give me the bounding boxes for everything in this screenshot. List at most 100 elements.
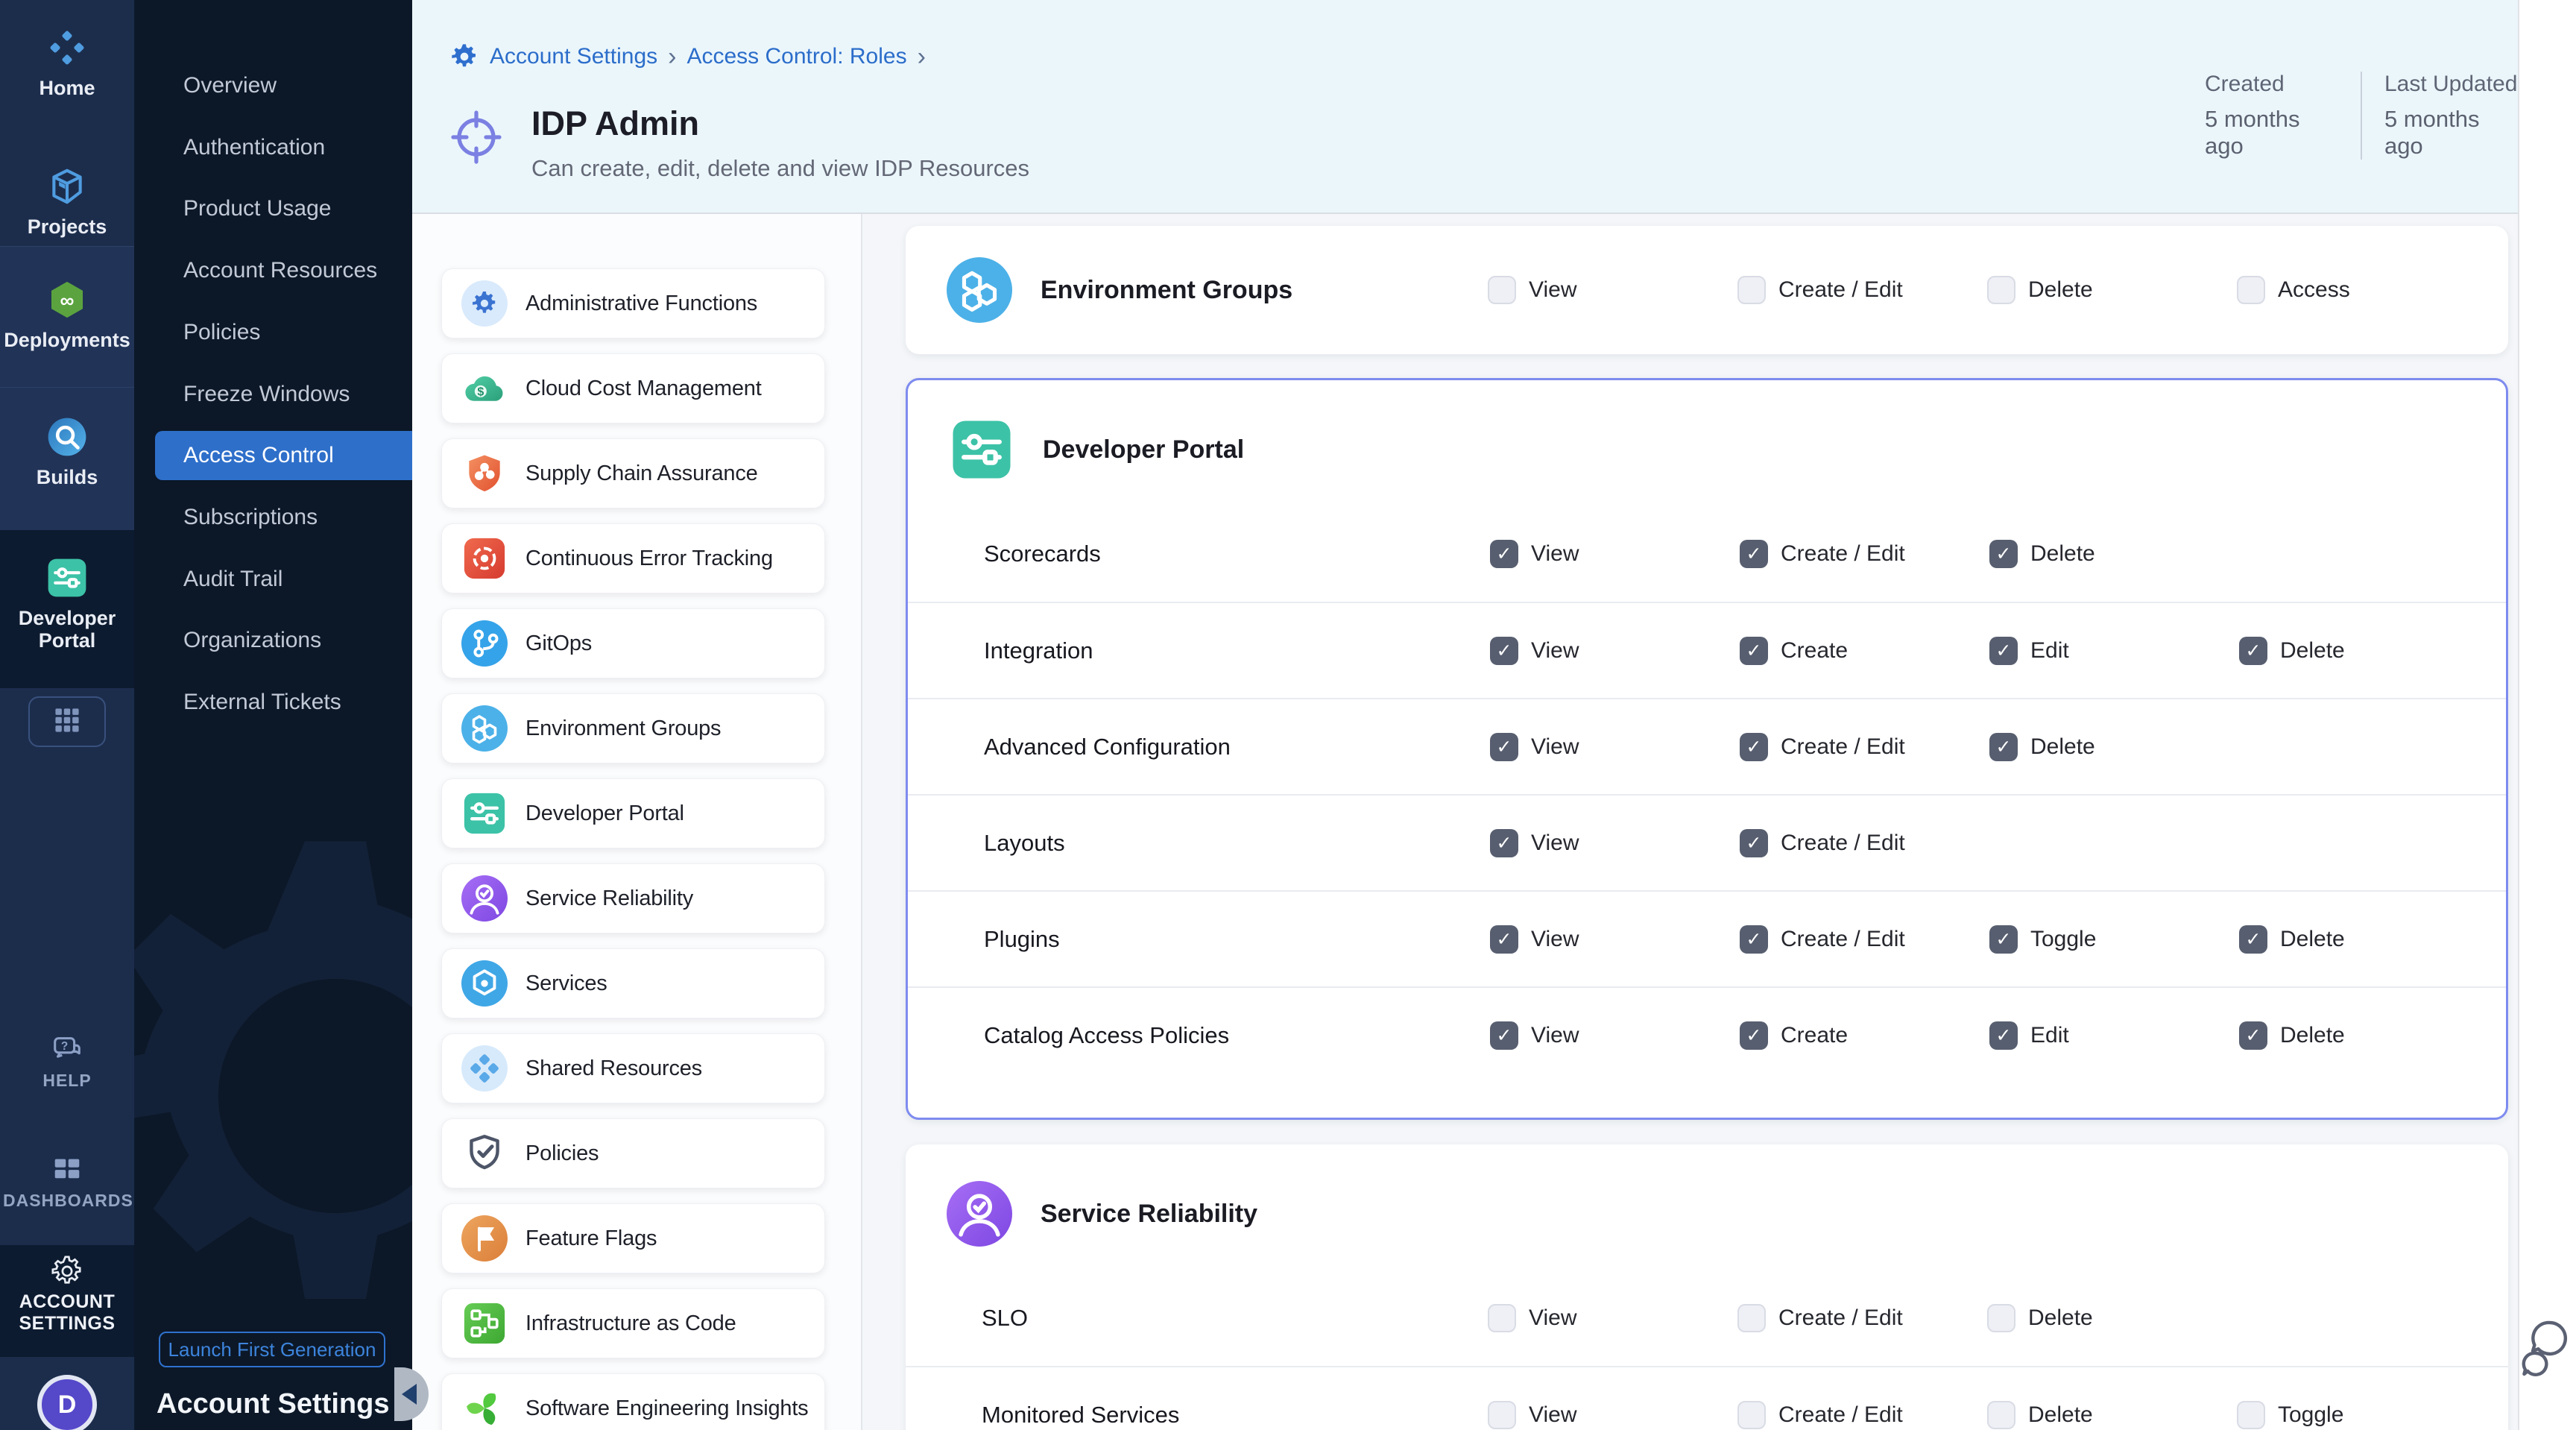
chat-bubbles-icon[interactable] [2521, 1315, 2569, 1378]
permission-checkbox[interactable]: ✓ [2239, 637, 2267, 665]
module-card-services[interactable]: Services [441, 948, 825, 1018]
permission-create-edit: ✓Create / Edit [1740, 925, 1989, 954]
permission-checkbox[interactable]: ✓ [1490, 829, 1518, 857]
rail-item-label: Deployments [0, 329, 134, 351]
developer-portal-icon [0, 556, 134, 599]
permission-checkbox[interactable]: ✓ [1490, 1021, 1518, 1050]
module-card-developer-portal[interactable]: Developer Portal [441, 778, 825, 848]
rail-item-label: Home [0, 77, 134, 99]
rail-item-projects[interactable]: Projects [0, 165, 134, 238]
module-card-software-engineering-insights[interactable]: Software Engineering Insights [441, 1373, 825, 1430]
module-card-supply-chain-assurance[interactable]: Supply Chain Assurance [441, 438, 825, 508]
module-card-environment-groups[interactable]: Environment Groups [441, 693, 825, 763]
module-card-infrastructure-as-code[interactable]: Infrastructure as Code [441, 1288, 825, 1358]
permission-checkbox[interactable] [1987, 1401, 2015, 1429]
rail-item-developer-portal[interactable]: Developer Portal [0, 556, 134, 652]
permission-checkbox[interactable] [2237, 276, 2265, 304]
permission-toggle: Toggle [2237, 1401, 2487, 1429]
permission-label: Delete [2028, 1305, 2093, 1331]
permission-label: Toggle [2278, 1402, 2343, 1428]
permission-checkbox[interactable]: ✓ [2239, 925, 2267, 954]
permission-view: View [1488, 276, 1737, 304]
module-label: Developer Portal [525, 801, 684, 826]
module-label: Feature Flags [525, 1226, 657, 1251]
permission-checkbox[interactable]: ✓ [1490, 540, 1518, 568]
breadcrumb-account-settings[interactable]: Account Settings [490, 44, 657, 69]
permission-label: Delete [2030, 541, 2095, 567]
permission-checkbox[interactable]: ✓ [1740, 1021, 1768, 1050]
nav-item-policies[interactable]: Policies [134, 308, 412, 357]
permission-checkbox[interactable]: ✓ [1989, 637, 2018, 665]
nav-item-overview[interactable]: Overview [134, 61, 412, 110]
permission-checkbox[interactable] [1488, 1401, 1516, 1429]
permission-checkbox[interactable]: ✓ [1490, 925, 1518, 954]
permission-checkbox[interactable] [1488, 1304, 1516, 1332]
role-meta: Created 5 months ago Last Updated 5 mont… [2205, 72, 2518, 160]
deployments-icon: ∞ [0, 278, 134, 321]
permission-checkbox[interactable]: ✓ [1490, 733, 1518, 761]
permission-checkbox[interactable] [2237, 1401, 2265, 1429]
permission-access: Access [2237, 276, 2487, 304]
permission-checkbox[interactable]: ✓ [1989, 1021, 2018, 1050]
permission-view: ✓View [1490, 637, 1740, 665]
nav-panel-title: Account Settings [157, 1388, 389, 1420]
permission-edit: ✓Edit [1989, 637, 2239, 665]
module-picker-button[interactable] [28, 696, 106, 747]
rail-item-home[interactable]: Home [0, 26, 134, 99]
module-card-gitops[interactable]: GitOps [441, 608, 825, 678]
module-card-continuous-error-tracking[interactable]: Continuous Error Tracking [441, 523, 825, 593]
nav-item-access-control[interactable]: Access Control [155, 431, 412, 480]
nav-item-product-usage[interactable]: Product Usage [134, 184, 412, 233]
nav-item-account-resources[interactable]: Account Resources [134, 246, 412, 295]
permission-checkbox[interactable] [1737, 1304, 1766, 1332]
chevron-right-icon: › [668, 42, 676, 72]
module-card-administrative-functions[interactable]: Administrative Functions [441, 268, 825, 338]
rail-item-dashboards[interactable]: DASHBOARDS [0, 1152, 134, 1212]
launch-first-generation-button[interactable]: Launch First Generation [159, 1332, 385, 1367]
permission-checkbox[interactable]: ✓ [1740, 829, 1768, 857]
rail-item-help[interactable]: ? HELP [0, 1032, 134, 1092]
module-card-policies[interactable]: Policies [441, 1118, 825, 1188]
permission-checkbox[interactable]: ✓ [1989, 925, 2018, 954]
module-card-service-reliability[interactable]: Service Reliability [441, 863, 825, 933]
permission-checkbox[interactable]: ✓ [1989, 540, 2018, 568]
account-settings-nav: Overview Authentication Product Usage Accou… [134, 0, 412, 1430]
breadcrumb-access-control-roles[interactable]: Access Control: Roles [686, 44, 906, 69]
permission-checkbox[interactable]: ✓ [1740, 540, 1768, 568]
rail-item-label: ACCOUNT SETTINGS [0, 1291, 134, 1335]
permission-label: View [1531, 541, 1579, 567]
permission-checkbox[interactable]: ✓ [1740, 637, 1768, 665]
permission-label: Create / Edit [1778, 1305, 1903, 1331]
rail-item-account-settings[interactable]: ACCOUNT SETTINGS [0, 1254, 134, 1335]
module-card-shared-resources[interactable]: Shared Resources [441, 1033, 825, 1103]
rail-item-deployments[interactable]: ∞ Deployments [0, 278, 134, 351]
user-avatar[interactable]: D [37, 1375, 97, 1430]
permission-label: Delete [2280, 927, 2345, 952]
permission-checkbox[interactable] [1987, 276, 2015, 304]
permission-checkbox[interactable] [1987, 1304, 2015, 1332]
nav-item-subscriptions[interactable]: Subscriptions [134, 493, 412, 542]
service-reliability-icon [461, 875, 508, 922]
rail-item-builds[interactable]: Builds [0, 415, 134, 488]
permission-checkbox[interactable] [1488, 276, 1516, 304]
nav-item-organizations[interactable]: Organizations [134, 616, 412, 665]
nav-item-authentication[interactable]: Authentication [134, 123, 412, 172]
module-card-cloud-cost-management[interactable]: $Cloud Cost Management [441, 353, 825, 423]
permission-checkbox[interactable]: ✓ [1740, 925, 1768, 954]
module-card-feature-flags[interactable]: Feature Flags [441, 1203, 825, 1273]
permission-label: Delete [2280, 638, 2345, 664]
permission-label: Delete [2028, 1402, 2093, 1428]
permission-checkbox[interactable]: ✓ [2239, 1021, 2267, 1050]
permission-checkbox[interactable] [1737, 1401, 1766, 1429]
permission-view: View [1488, 1401, 1737, 1429]
gear-watermark-icon [134, 790, 412, 1405]
permission-checkbox[interactable]: ✓ [1989, 733, 2018, 761]
permission-checkbox[interactable]: ✓ [1490, 637, 1518, 665]
permission-label: View [1529, 1305, 1576, 1331]
nav-item-external-tickets[interactable]: External Tickets [134, 678, 412, 727]
nav-item-audit-trail[interactable]: Audit Trail [134, 555, 412, 604]
permission-checkbox[interactable] [1737, 276, 1766, 304]
permission-checkbox[interactable]: ✓ [1740, 733, 1768, 761]
page-scrollbar[interactable] [2518, 0, 2576, 1430]
nav-item-freeze-windows[interactable]: Freeze Windows [134, 370, 412, 419]
